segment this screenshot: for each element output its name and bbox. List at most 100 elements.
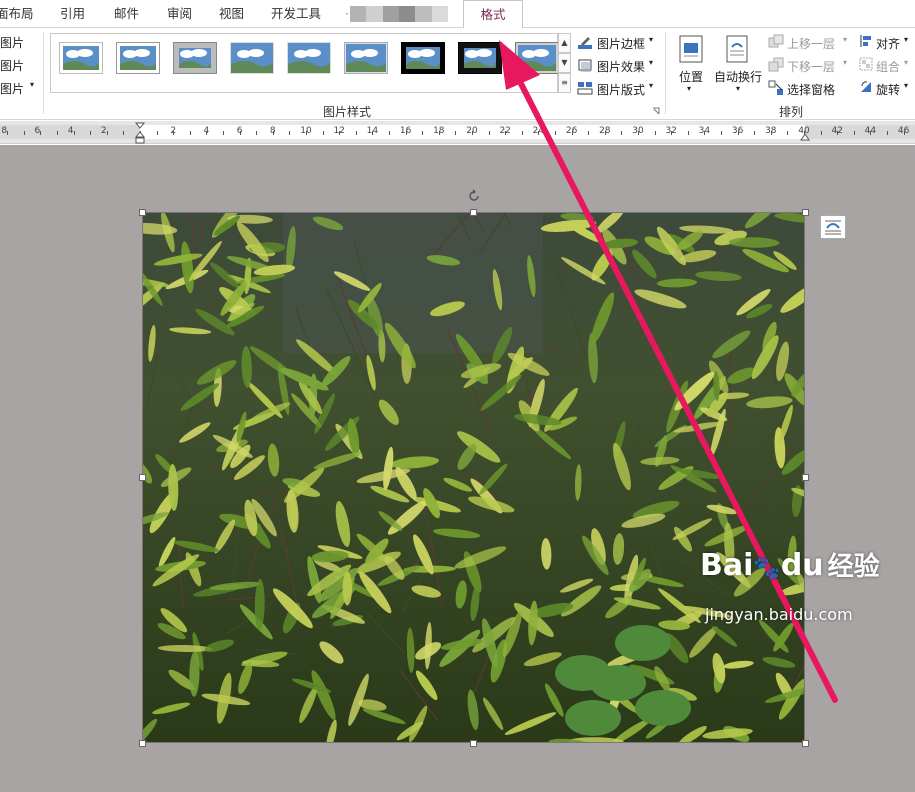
watermark-url: jingyan.baidu.com [705, 605, 853, 624]
picture-effects-button[interactable]: 图片效果 [597, 58, 645, 75]
picture-style-black-frame-double[interactable] [458, 42, 502, 74]
ruler-tick [339, 131, 340, 135]
resize-handle-right[interactable] [802, 474, 809, 481]
broad-leaf-shape [565, 700, 621, 736]
group-button[interactable]: 组合 [876, 58, 900, 75]
ruler-tick [406, 131, 407, 135]
picture-style-gray-matte[interactable] [173, 42, 217, 74]
position-icon [679, 35, 703, 63]
send-backward-button[interactable]: 下移一层 [787, 58, 835, 75]
resize-handle-left[interactable] [139, 474, 146, 481]
picture-style-shadow-frame[interactable] [116, 42, 160, 74]
picture-layout-button[interactable]: 图片版式 [597, 81, 645, 98]
ruler-tick [671, 131, 672, 135]
ruler-tick [206, 131, 207, 135]
tab-references[interactable]: 引用 [60, 0, 85, 27]
picture-style-simple-frame-white[interactable] [59, 42, 103, 74]
indent-marker-icon[interactable] [135, 122, 145, 144]
ruler-tick [887, 131, 888, 135]
ruler-tick [555, 131, 556, 135]
ruler-tick [605, 131, 606, 135]
chevron-down-icon[interactable]: ▾ [904, 81, 908, 90]
dialog-launcher-icon[interactable] [652, 107, 660, 115]
ruler-number: 8 [1, 126, 8, 136]
layout-options-button[interactable] [820, 215, 846, 239]
broad-leaf-shape [615, 625, 671, 661]
ruler-tick [173, 131, 174, 135]
ruler-tick [306, 131, 307, 135]
tab-developer[interactable]: 开发工具 [271, 0, 321, 27]
ruler-tick [638, 131, 639, 135]
selection-pane-button[interactable]: 选择窗格 [787, 81, 835, 98]
bring-forward-icon [768, 34, 784, 48]
gallery-scroll-up-icon[interactable]: ▲ [558, 33, 571, 53]
chevron-down-icon[interactable]: ▾ [843, 58, 847, 67]
tab-view[interactable]: 视图 [219, 0, 244, 27]
document-canvas [0, 145, 915, 792]
picture-styles-group-label: 图片样式 [323, 105, 372, 119]
ruler-number: 6 [34, 126, 41, 136]
resize-handle-bottom[interactable] [470, 740, 477, 747]
chevron-down-icon[interactable]: ▾ [30, 80, 34, 89]
ruler-tick [704, 131, 705, 135]
arrange-group-label: 排列 [779, 105, 804, 119]
chevron-down-icon[interactable]: ▾ [904, 35, 908, 44]
ruler-tick [289, 131, 290, 135]
resize-handle-top-right[interactable] [802, 209, 809, 216]
chevron-down-icon[interactable]: ▾ [904, 58, 908, 67]
resize-handle-top[interactable] [470, 209, 477, 216]
ruler-tick [107, 131, 108, 135]
ruler-tick [472, 131, 473, 135]
selection-pane-icon [768, 80, 783, 95]
ruler-tick [904, 131, 905, 135]
chevron-down-icon[interactable]: ▾ [843, 35, 847, 44]
position-button[interactable]: 位置 [679, 68, 703, 85]
picture-style-metal-frame[interactable] [515, 42, 559, 74]
left-command-3[interactable]: 图片 [0, 80, 24, 97]
chevron-down-icon[interactable]: ▾ [649, 81, 653, 90]
horizontal-ruler: 8642246810121416182022242628303234363840… [0, 121, 915, 144]
ruler-tick [256, 131, 257, 135]
group-separator [43, 32, 44, 114]
rotate-handle-icon[interactable] [467, 189, 481, 203]
tab-hidden-fragment[interactable]: · [345, 0, 349, 27]
tab-review[interactable]: 审阅 [167, 0, 192, 27]
left-command-1[interactable]: 图片 [0, 34, 24, 51]
leaf-shape [342, 571, 353, 606]
right-indent-marker-icon[interactable] [800, 131, 810, 141]
chevron-down-icon[interactable]: ▾ [649, 35, 653, 44]
picture-style-reflected[interactable] [287, 42, 331, 74]
picture-style-soft-edge[interactable] [230, 42, 274, 74]
wrap-text-button[interactable]: 自动换行 [714, 68, 762, 85]
bring-forward-button[interactable]: 上移一层 [787, 35, 835, 52]
chevron-down-icon[interactable]: ▾ [736, 84, 740, 93]
tab-page-layout[interactable]: 面布局 [0, 0, 34, 27]
watermark-suffix: 经验 [827, 552, 880, 582]
ruler-tick [721, 131, 722, 135]
ruler-tick [356, 131, 357, 135]
ruler-tick [74, 131, 75, 135]
align-button[interactable]: 对齐 [876, 35, 900, 52]
ruler-tick [223, 131, 224, 135]
resize-handle-bottom-right[interactable] [802, 740, 809, 747]
tab-format[interactable]: 格式 [463, 0, 523, 29]
chevron-down-icon[interactable]: ▾ [649, 58, 653, 67]
resize-handle-bottom-left[interactable] [139, 740, 146, 747]
ruler-tick [389, 131, 390, 135]
picture-style-black-frame-thick[interactable] [401, 42, 445, 74]
gallery-more-icon[interactable]: ≡ [558, 73, 571, 93]
ruler-tick [522, 131, 523, 135]
chevron-down-icon[interactable]: ▾ [687, 84, 691, 93]
ribbon-tab-bar: 面布局 引用 邮件 审阅 视图 开发工具 · 格式 [0, 0, 915, 29]
tab-mailings[interactable]: 邮件 [114, 0, 139, 27]
ruler-tick [190, 131, 191, 135]
ruler-tick [123, 131, 124, 135]
gallery-scroll-down-icon[interactable]: ▼ [558, 53, 571, 73]
picture-style-gallery [50, 33, 559, 93]
rotate-button[interactable]: 旋转 [876, 81, 900, 98]
picture-style-bevel[interactable] [344, 42, 388, 74]
selected-picture[interactable] [142, 212, 805, 743]
left-command-2[interactable]: 图片 [0, 57, 24, 74]
picture-border-button[interactable]: 图片边框 [597, 35, 645, 52]
resize-handle-top-left[interactable] [139, 209, 146, 216]
